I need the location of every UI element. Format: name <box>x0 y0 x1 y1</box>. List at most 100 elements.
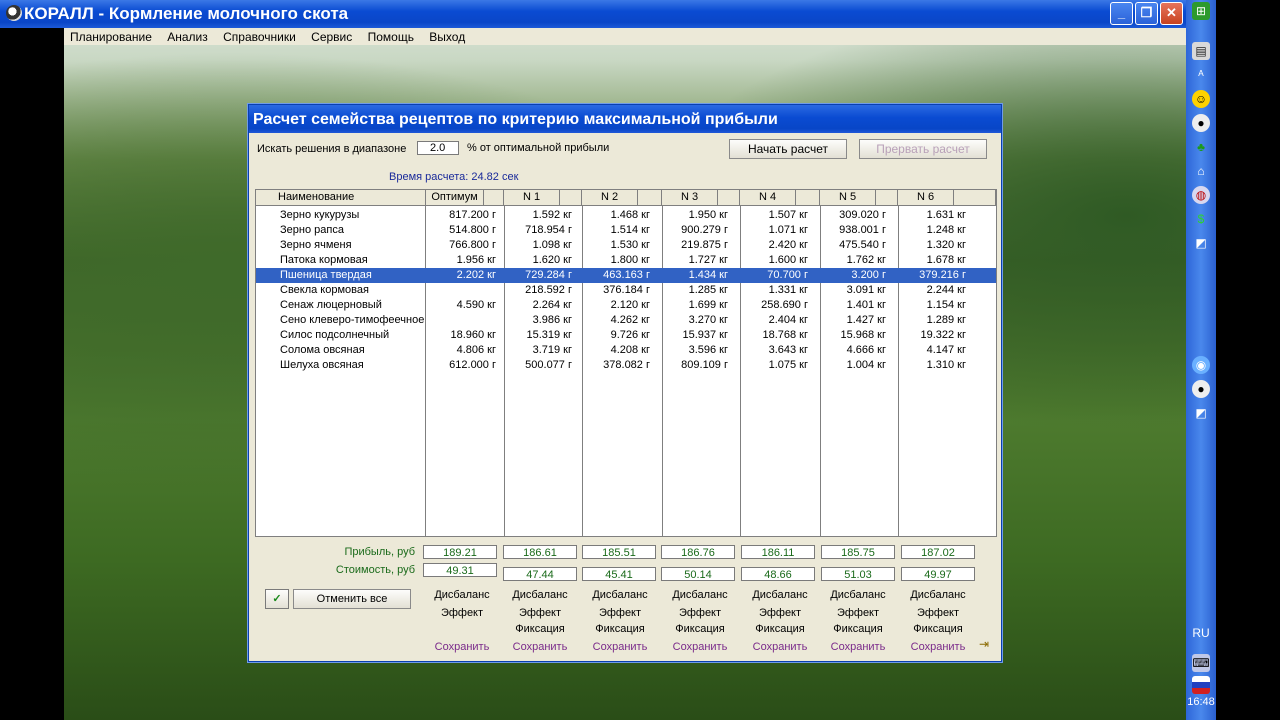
menu-planning[interactable]: Планирование <box>64 29 158 45</box>
menu-references[interactable]: Справочники <box>217 29 302 45</box>
russian-flag-icon[interactable] <box>1192 676 1210 694</box>
cow-icon[interactable]: ● <box>1192 114 1210 132</box>
row-value: 4.666 кг <box>846 344 886 356</box>
imbalance-link[interactable]: Дисбаланс <box>425 589 499 601</box>
range-input[interactable]: 2.0 <box>417 141 459 155</box>
row-value: 4.147 кг <box>926 344 966 356</box>
imbalance-link[interactable]: Дисбаланс <box>503 589 577 601</box>
save-link[interactable]: Сохранить <box>503 641 577 653</box>
exit-door-icon[interactable]: ⇥ <box>979 637 993 651</box>
row-value: 2.264 кг <box>532 299 572 311</box>
col-header-name[interactable]: Наименование <box>256 190 426 206</box>
cost-label: Стоимость, руб <box>335 564 415 576</box>
start-calc-button[interactable]: Начать расчет <box>729 139 847 159</box>
fixation-link[interactable]: Фиксация <box>503 623 577 635</box>
font-icon[interactable]: ᴬ <box>1192 66 1210 84</box>
cost-value: 47.44 <box>503 567 577 581</box>
fixation-link[interactable]: Фиксация <box>901 623 975 635</box>
table-row[interactable]: Шелуха овсяная 612.000 г 500.077 г 378.082 … <box>256 358 996 373</box>
effect-link[interactable]: Эффект <box>583 607 657 619</box>
menu-service[interactable]: Сервис <box>305 29 358 45</box>
row-value: 1.631 кг <box>926 209 966 221</box>
recipe-table[interactable]: Наименование Оптимум N 1 N 2 N 3 N 4 N 5… <box>255 189 997 537</box>
cost-value: 48.66 <box>741 567 815 581</box>
smiley-icon[interactable]: ☺ <box>1192 90 1210 108</box>
cancel-all-button[interactable]: Отменить все <box>293 589 411 609</box>
table-row[interactable]: Зерно рапса 514.800 г 718.954 г 1.514 кг 900… <box>256 223 996 238</box>
cow-task-icon[interactable]: ● <box>1192 380 1210 398</box>
row-value: 18.960 кг <box>450 329 496 341</box>
range-label: Искать решения в диапазоне <box>257 143 407 155</box>
effect-link[interactable]: Эффект <box>901 607 975 619</box>
row-value: 218.592 г <box>525 284 572 296</box>
imbalance-link[interactable]: Дисбаланс <box>743 589 817 601</box>
row-value: 1.285 кг <box>688 284 728 296</box>
fixation-link[interactable]: Фиксация <box>583 623 657 635</box>
profit-value: 187.02 <box>901 545 975 559</box>
table-row[interactable]: Пшеница твердая 2.202 кг 729.284 г 463.163 … <box>256 268 996 283</box>
save-link[interactable]: Сохранить <box>901 641 975 653</box>
clock[interactable]: 16:48 <box>1186 696 1216 708</box>
col-header-n3[interactable]: N 3 <box>662 190 718 206</box>
table-row[interactable]: Зерно ячменя 766.800 г 1.098 кг 1.530 кг 219… <box>256 238 996 253</box>
imbalance-link[interactable]: Дисбаланс <box>821 589 895 601</box>
globe-icon[interactable]: ◍ <box>1192 186 1210 204</box>
language-indicator[interactable]: RU <box>1186 626 1216 640</box>
minimize-button[interactable]: _ <box>1110 2 1133 25</box>
maximize-button[interactable]: ❐ <box>1135 2 1158 25</box>
windows-logo-icon[interactable]: ⊞ <box>1192 2 1210 20</box>
col-header-optimum[interactable]: Оптимум <box>426 190 484 206</box>
save-link[interactable]: Сохранить <box>743 641 817 653</box>
row-value: 1.507 кг <box>768 209 808 221</box>
col-header-n6[interactable]: N 6 <box>898 190 954 206</box>
book-task-icon[interactable]: ◩ <box>1192 404 1210 422</box>
table-row[interactable]: Солома овсяная 4.806 кг 3.719 кг 4.208 кг 3.… <box>256 343 996 358</box>
col-header-n1[interactable]: N 1 <box>504 190 560 206</box>
apply-check-button[interactable]: ✓ <box>265 589 289 609</box>
row-name: Солома овсяная <box>280 344 365 356</box>
table-row[interactable]: Сено клеверо-тимофеечное 3.986 кг 4.262 кг… <box>256 313 996 328</box>
effect-link[interactable]: Эффект <box>663 607 737 619</box>
effect-link[interactable]: Эффект <box>503 607 577 619</box>
effect-link[interactable]: Эффект <box>425 607 499 619</box>
effect-link[interactable]: Эффект <box>821 607 895 619</box>
table-row[interactable]: Силос подсолнечный 18.960 кг 15.319 кг 9.72… <box>256 328 996 343</box>
menu-exit[interactable]: Выход <box>423 29 471 45</box>
book-icon[interactable]: ◩ <box>1192 234 1210 252</box>
tray-keyboard-icon[interactable]: ⌨ <box>1192 654 1210 672</box>
globe-task-icon[interactable]: ◉ <box>1192 356 1210 374</box>
disk-icon[interactable]: ▤ <box>1192 42 1210 60</box>
save-link[interactable]: Сохранить <box>821 641 895 653</box>
close-button[interactable]: ✕ <box>1160 2 1183 25</box>
row-value: 809.109 г <box>681 359 728 371</box>
imbalance-link[interactable]: Дисбаланс <box>663 589 737 601</box>
table-row[interactable]: Патока кормовая 1.956 кг 1.620 кг 1.800 кг 1… <box>256 253 996 268</box>
house-icon[interactable]: ⌂ <box>1192 162 1210 180</box>
imbalance-link[interactable]: Дисбаланс <box>583 589 657 601</box>
imbalance-link[interactable]: Дисбаланс <box>901 589 975 601</box>
row-value: 3.200 г <box>851 269 886 281</box>
row-name: Шелуха овсяная <box>280 359 364 371</box>
tree-icon[interactable]: ♣ <box>1192 138 1210 156</box>
fixation-link[interactable]: Фиксация <box>743 623 817 635</box>
menu-help[interactable]: Помощь <box>362 29 420 45</box>
fixation-link[interactable]: Фиксация <box>821 623 895 635</box>
row-value: 3.643 кг <box>768 344 808 356</box>
col-header-n2[interactable]: N 2 <box>582 190 638 206</box>
row-value: 1.427 кг <box>846 314 886 326</box>
table-row[interactable]: Зерно кукурузы 817.200 г 1.592 кг 1.468 кг 1… <box>256 208 996 223</box>
col-header-n5[interactable]: N 5 <box>820 190 876 206</box>
table-row[interactable]: Сенаж люцерновый 4.590 кг 2.264 кг 2.120 кг… <box>256 298 996 313</box>
stop-calc-button[interactable]: Прервать расчет <box>859 139 987 159</box>
menu-analysis[interactable]: Анализ <box>161 29 214 45</box>
table-row[interactable]: Свекла кормовая 218.592 г 376.184 г 1.285 к… <box>256 283 996 298</box>
dollar-icon[interactable]: $ <box>1192 210 1210 228</box>
save-link[interactable]: Сохранить <box>583 641 657 653</box>
dialog-title: Расчет семейства рецептов по критерию ма… <box>253 111 778 128</box>
col-header-n4[interactable]: N 4 <box>740 190 796 206</box>
effect-link[interactable]: Эффект <box>743 607 817 619</box>
save-link[interactable]: Сохранить <box>425 641 499 653</box>
profit-label: Прибыль, руб <box>344 546 415 558</box>
fixation-link[interactable]: Фиксация <box>663 623 737 635</box>
save-link[interactable]: Сохранить <box>663 641 737 653</box>
